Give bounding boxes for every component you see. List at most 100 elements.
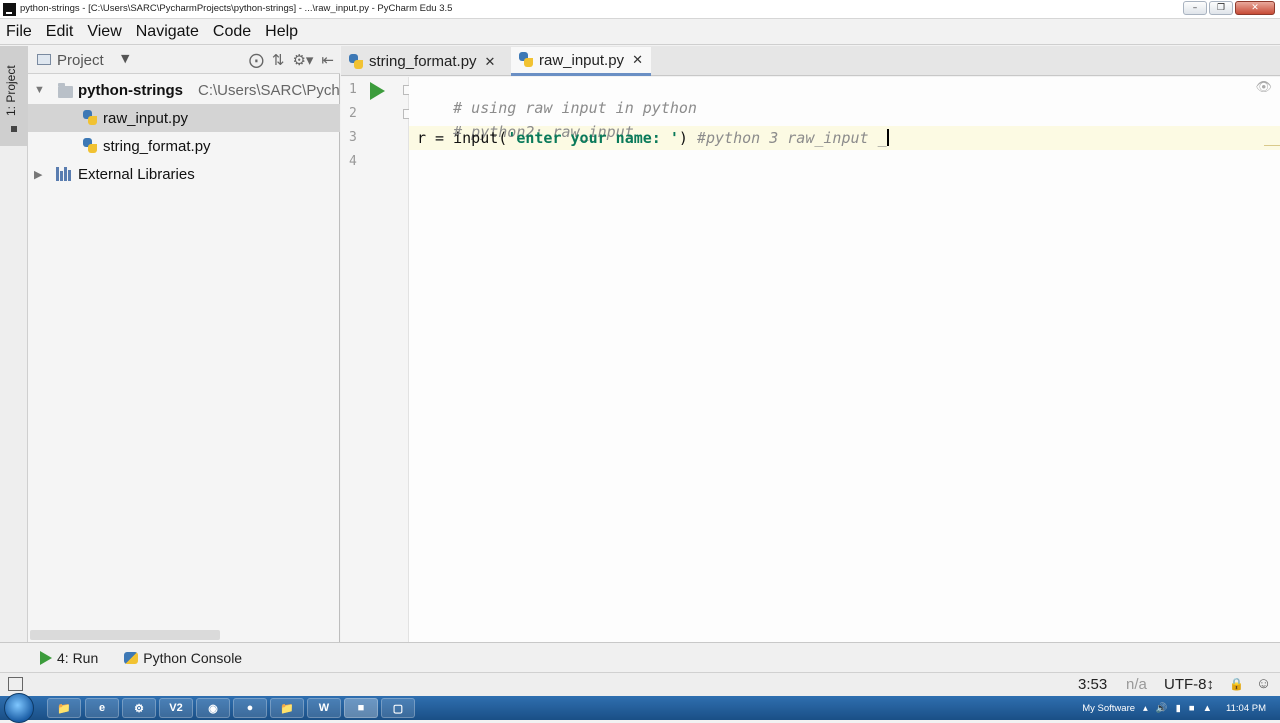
project-tool-icon bbox=[11, 126, 17, 132]
scroll-from-source-icon[interactable]: ⨀ bbox=[249, 51, 264, 69]
tray-app-icon[interactable]: ■ bbox=[1189, 703, 1195, 714]
taskbar-firefox-button[interactable]: ● bbox=[233, 698, 267, 718]
line-number: 4 bbox=[349, 154, 357, 169]
collapse-all-icon[interactable]: ⇅ bbox=[272, 51, 285, 69]
menu-navigate[interactable]: Navigate bbox=[136, 23, 199, 41]
line-number: 2 bbox=[349, 106, 357, 121]
tree-item-external-libraries[interactable]: ▶ External Libraries bbox=[28, 160, 340, 188]
editor-gutter: 1 2 3 4 bbox=[341, 77, 412, 642]
taskbar-explorer-button[interactable]: 📁 bbox=[47, 698, 81, 718]
expand-arrow-icon[interactable]: ▼ bbox=[34, 84, 45, 96]
status-bar: 3:53 n/a UTF-8↕ 🔒 ☺ bbox=[0, 672, 1280, 696]
tab-raw-input[interactable]: raw_input.py ✕ bbox=[511, 47, 651, 76]
hector-inspector-icon[interactable]: ☺ bbox=[1256, 675, 1271, 692]
code-string: 'enter your name: ' bbox=[507, 129, 679, 147]
settings-gear-icon[interactable]: ⚙▾ bbox=[292, 51, 313, 69]
close-window-button[interactable]: ✕ bbox=[1235, 1, 1275, 15]
tree-item-string-format[interactable]: string_format.py bbox=[28, 132, 340, 160]
python-console-tab-label: Python Console bbox=[143, 649, 243, 666]
inspection-status-icon[interactable]: 👁 bbox=[1255, 80, 1272, 95]
tree-item-raw-input[interactable]: raw_input.py bbox=[28, 104, 340, 132]
line-separator-status: n/a bbox=[1126, 676, 1147, 693]
menu-edit[interactable]: Edit bbox=[46, 23, 74, 41]
project-root-name: python-strings bbox=[78, 81, 183, 99]
tray-app-icon[interactable]: ▲ bbox=[1203, 703, 1212, 714]
readonly-lock-icon[interactable]: 🔒 bbox=[1229, 677, 1244, 691]
python-console-icon bbox=[124, 651, 139, 664]
project-tool-tab[interactable]: 1: Project bbox=[0, 46, 27, 146]
close-tab-icon[interactable]: ✕ bbox=[485, 54, 496, 70]
pycharm-app-icon bbox=[3, 3, 16, 16]
close-tab-icon[interactable]: ✕ bbox=[632, 52, 643, 68]
tree-item-project-root[interactable]: ▼ python-strings C:\Users\SARC\Pycha bbox=[28, 76, 340, 104]
project-panel-header: Project ▼ ⨀ ⇅ ⚙▾ ⇤ bbox=[28, 46, 340, 74]
taskbar-ie-button[interactable]: e bbox=[85, 698, 119, 718]
code-comment: #python 3 raw_input _ bbox=[696, 129, 887, 147]
python-file-icon bbox=[83, 110, 97, 126]
system-tray: My Software ▴ 🔊 ▮ ■ ▲ 11:04 PM bbox=[1082, 696, 1280, 720]
taskbar-app-button[interactable]: ▢ bbox=[381, 698, 415, 718]
tree-item-label: raw_input.py bbox=[103, 109, 189, 127]
python-console-tab[interactable]: Python Console bbox=[124, 650, 242, 666]
tree-item-label: External Libraries bbox=[78, 165, 195, 183]
folder-icon bbox=[58, 83, 73, 98]
window-title-bar: python-strings - [C:\Users\SARC\PycharmP… bbox=[0, 0, 1280, 19]
python-file-icon bbox=[519, 52, 533, 68]
python-file-icon bbox=[83, 138, 97, 154]
code-statement: r = input( bbox=[417, 129, 508, 147]
run-gutter-icon[interactable] bbox=[370, 82, 385, 100]
menu-bar: File Edit View Navigate Code Help bbox=[0, 19, 1280, 45]
project-header-actions: ⨀ ⇅ ⚙▾ ⇤ bbox=[249, 51, 334, 69]
code-editor[interactable]: # using raw input in python # python2: r… bbox=[409, 77, 1280, 642]
menu-help[interactable]: Help bbox=[265, 23, 298, 41]
code-close-paren: ) bbox=[678, 129, 697, 147]
tab-string-format[interactable]: string_format.py ✕ bbox=[341, 47, 509, 76]
tab-label: raw_input.py bbox=[539, 51, 625, 69]
code-line-3[interactable]: r = input('enter your name: ') #python 3… bbox=[417, 129, 889, 147]
project-root-path: C:\Users\SARC\Pycha bbox=[198, 81, 340, 99]
network-icon[interactable]: ▮ bbox=[1176, 703, 1181, 714]
tree-item-label: string_format.py bbox=[103, 137, 211, 155]
menu-view[interactable]: View bbox=[87, 23, 121, 41]
windows-taskbar: 📁 e ⚙ V2 ◉ ● 📁 W ■ ▢ My Software ▴ 🔊 ▮ ■… bbox=[0, 693, 1280, 723]
menu-file[interactable]: File bbox=[6, 23, 32, 41]
volume-icon[interactable]: 🔊 bbox=[1156, 703, 1168, 714]
text-caret bbox=[886, 129, 889, 146]
project-tool-tab-label: 1: Project bbox=[4, 65, 18, 116]
tray-expand-icon[interactable]: ▴ bbox=[1143, 703, 1148, 714]
taskbar-app-button[interactable]: ⚙ bbox=[122, 698, 156, 718]
left-tool-strip: 1: Project bbox=[0, 46, 28, 642]
run-tool-tab[interactable]: 4: Run bbox=[40, 650, 98, 666]
taskbar-app-button[interactable]: V2 bbox=[159, 698, 193, 718]
window-controls: – ❐ ✕ bbox=[1183, 1, 1275, 15]
project-panel: Project ▼ ⨀ ⇅ ⚙▾ ⇤ ▼ python-strings C:\U… bbox=[28, 46, 340, 642]
taskbar-clock[interactable]: 11:04 PM bbox=[1226, 703, 1266, 714]
collapse-arrow-icon[interactable]: ▶ bbox=[34, 168, 42, 181]
run-play-icon bbox=[40, 650, 52, 665]
window-title: python-strings - [C:\Users\SARC\PycharmP… bbox=[20, 3, 453, 14]
minimize-button[interactable]: – bbox=[1183, 1, 1207, 15]
taskbar-chrome-button[interactable]: ◉ bbox=[196, 698, 230, 718]
project-view-icon bbox=[37, 54, 51, 65]
menu-code[interactable]: Code bbox=[213, 23, 251, 41]
taskbar-word-button[interactable]: W bbox=[307, 698, 341, 718]
editor-tab-bar: string_format.py ✕ raw_input.py ✕ bbox=[341, 46, 1280, 76]
project-view-label[interactable]: Project bbox=[57, 52, 104, 69]
tool-windows-toggle-icon[interactable] bbox=[8, 677, 23, 691]
right-margin-marker bbox=[1264, 145, 1280, 146]
libraries-icon bbox=[56, 167, 72, 181]
taskbar-pycharm-button[interactable]: ■ bbox=[344, 698, 378, 718]
taskbar-folder-button[interactable]: 📁 bbox=[270, 698, 304, 718]
caret-position[interactable]: 3:53 bbox=[1078, 676, 1107, 693]
maximize-button[interactable]: ❐ bbox=[1209, 1, 1233, 15]
python-file-icon bbox=[349, 53, 363, 70]
line-number: 3 bbox=[349, 130, 357, 145]
project-horizontal-scrollbar[interactable] bbox=[30, 630, 220, 640]
bottom-tool-tabs: 4: Run Python Console bbox=[0, 642, 1280, 672]
hide-panel-icon[interactable]: ⇤ bbox=[321, 51, 334, 69]
tray-label[interactable]: My Software bbox=[1082, 703, 1135, 714]
run-tab-label: 4: Run bbox=[57, 649, 99, 666]
file-encoding[interactable]: UTF-8↕ bbox=[1164, 676, 1214, 693]
start-button[interactable] bbox=[4, 693, 34, 723]
project-view-dropdown-icon[interactable]: ▼ bbox=[121, 52, 129, 65]
